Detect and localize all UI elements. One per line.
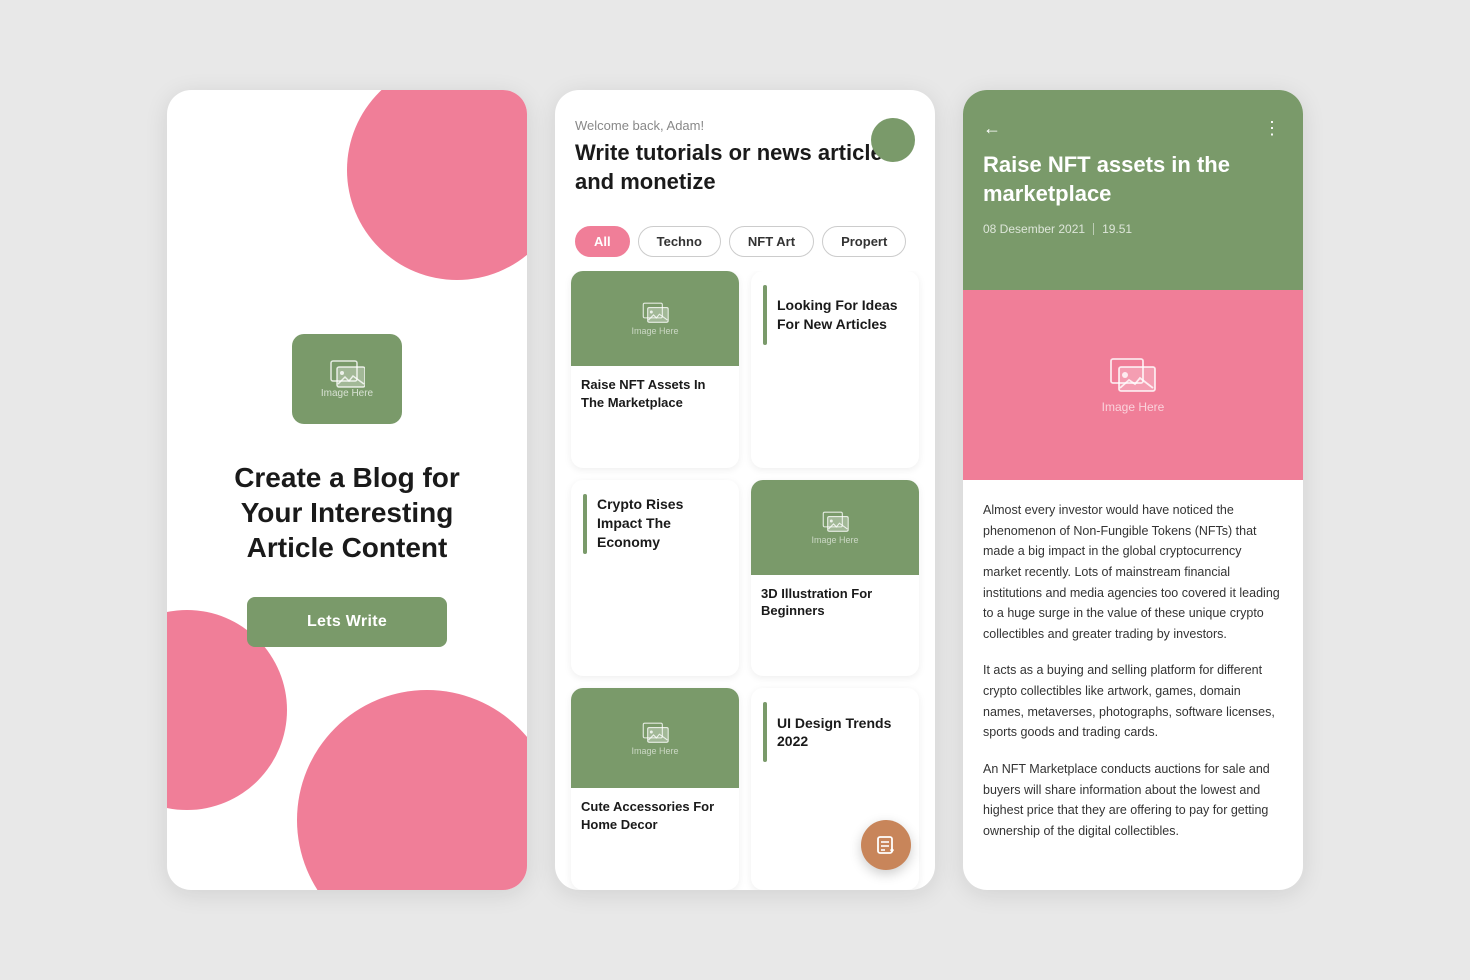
image-icon [641, 301, 669, 323]
screen-3-header: ← ⋮ Raise NFT assets in the marketplace … [963, 90, 1303, 290]
more-options-button[interactable]: ⋮ [1263, 118, 1283, 139]
article-time: 19.51 [1102, 222, 1132, 236]
lets-write-button[interactable]: Lets Write [247, 597, 447, 647]
screen-1-content: Image Here Create a Blog for Your Intere… [167, 90, 527, 890]
image-label: Image Here [811, 535, 858, 545]
article-card-looking-ideas-content: Looking For Ideas For New Articles [751, 271, 919, 359]
article-image-icon [1109, 356, 1157, 394]
accent-bar-2 [583, 494, 587, 554]
back-button[interactable]: ← [983, 118, 1001, 139]
article-card-raise-nft[interactable]: Image Here Raise NFT Assets In The Marke… [571, 271, 739, 468]
hero-image-placeholder: Image Here [292, 334, 402, 424]
article-date: 08 Desember 2021 [983, 222, 1085, 236]
article-card-ui-design-content: UI Design Trends 2022 [751, 688, 919, 776]
articles-grid: Image Here Raise NFT Assets In The Marke… [555, 271, 935, 890]
image-icon [821, 510, 849, 532]
filter-tabs: All Techno NFT Art Propert [555, 212, 935, 271]
article-card-looking-ideas[interactable]: Looking For Ideas For New Articles [751, 271, 919, 468]
screen-2: Welcome back, Adam! Write tutorials or n… [555, 90, 935, 890]
screens-container: Image Here Create a Blog for Your Intere… [167, 90, 1303, 890]
screen-3-article-image: Image Here [963, 290, 1303, 480]
edit-icon [875, 834, 897, 856]
avatar[interactable] [871, 118, 915, 162]
screen-3-date: 08 Desember 2021 19.51 [983, 222, 1283, 236]
welcome-text: Welcome back, Adam! [575, 118, 915, 133]
accent-bar-3 [763, 702, 767, 762]
screen-2-header: Welcome back, Adam! Write tutorials or n… [555, 90, 935, 212]
screen-1-title: Create a Blog for Your Interesting Artic… [207, 460, 487, 565]
article-paragraph-3: An NFT Marketplace conducts auctions for… [983, 759, 1283, 842]
article-card-crypto-rises-content: Crypto Rises Impact The Economy [571, 480, 739, 568]
hero-image-label: Image Here [321, 388, 373, 399]
article-card-crypto-rises[interactable]: Crypto Rises Impact The Economy [571, 480, 739, 677]
filter-tab-property[interactable]: Propert [822, 226, 906, 257]
article-paragraph-2: It acts as a buying and selling platform… [983, 660, 1283, 743]
screen-3-title: Raise NFT assets in the marketplace [983, 151, 1283, 208]
article-card-accessories[interactable]: Image Here Cute Accessories For Home Dec… [571, 688, 739, 890]
article-card-ui-design-title: UI Design Trends 2022 [777, 714, 907, 752]
filter-tab-nft-art[interactable]: NFT Art [729, 226, 814, 257]
screen-3: ← ⋮ Raise NFT assets in the marketplace … [963, 90, 1303, 890]
article-card-3d-illustration[interactable]: Image Here 3D Illustration For Beginners [751, 480, 919, 677]
date-separator [1093, 223, 1094, 235]
filter-tab-all[interactable]: All [575, 226, 630, 257]
screen-3-body: Almost every investor would have noticed… [963, 480, 1303, 890]
article-card-raise-nft-image: Image Here [571, 271, 739, 366]
image-label: Image Here [631, 746, 678, 756]
article-card-raise-nft-title: Raise NFT Assets In The Marketplace [571, 366, 739, 423]
article-card-3d-illustration-image: Image Here [751, 480, 919, 575]
article-card-looking-ideas-title: Looking For Ideas For New Articles [777, 296, 907, 334]
image-icon [329, 358, 365, 388]
screen-1: Image Here Create a Blog for Your Intere… [167, 90, 527, 890]
article-card-crypto-rises-title: Crypto Rises Impact The Economy [597, 495, 727, 552]
article-card-accessories-title: Cute Accessories For Home Decor [571, 788, 739, 845]
fab-button[interactable] [861, 820, 911, 870]
image-icon [641, 721, 669, 743]
article-card-accessories-image: Image Here [571, 688, 739, 788]
filter-tab-techno[interactable]: Techno [638, 226, 721, 257]
article-paragraph-1: Almost every investor would have noticed… [983, 500, 1283, 644]
screen-2-main-title: Write tutorials or news articles and mon… [575, 139, 915, 196]
article-image-label: Image Here [1102, 400, 1165, 414]
image-label: Image Here [631, 326, 678, 336]
article-card-3d-illustration-title: 3D Illustration For Beginners [751, 575, 919, 632]
accent-bar [763, 285, 767, 345]
